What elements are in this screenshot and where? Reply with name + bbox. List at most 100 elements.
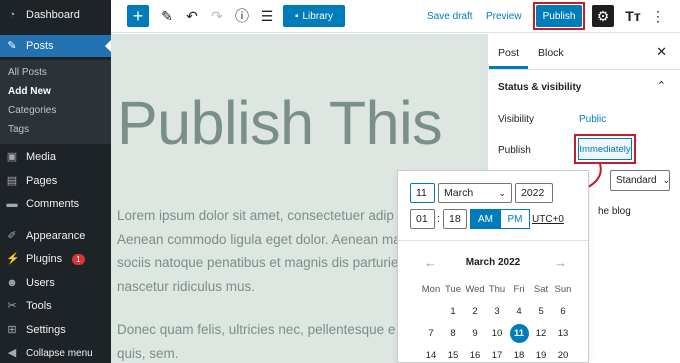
tools-icon: ✂: [7, 300, 17, 312]
calendar-day[interactable]: 12: [530, 328, 552, 339]
minute-input[interactable]: 18: [443, 209, 467, 229]
weekday-label: Fri: [513, 283, 525, 295]
chevron-down-icon: ⌄: [498, 187, 506, 198]
sidebar-item-dashboard[interactable]: ◔ Dashboard: [0, 4, 111, 26]
weekday-label: Mon: [421, 283, 441, 295]
settings-toggle-button[interactable]: ⚙: [592, 5, 614, 27]
undo-button[interactable]: ↶: [182, 5, 202, 27]
pencil-icon: ✎: [161, 7, 173, 24]
paragraph-block[interactable]: Lorem ipsum dolor sit amet, consectetuer…: [117, 204, 401, 298]
calendar-day[interactable]: 5: [530, 306, 552, 317]
calendar-day[interactable]: 14: [420, 350, 442, 361]
preview-button[interactable]: Preview: [486, 5, 522, 27]
post-title[interactable]: Publish This: [117, 88, 443, 158]
sidebar-item-media[interactable]: ▣ Media: [0, 146, 111, 168]
styles-button[interactable]: Tт: [623, 5, 643, 27]
settings-tabs: Post Block ✕: [488, 34, 680, 70]
day-input[interactable]: 11: [410, 183, 435, 203]
hour-input[interactable]: 01: [410, 209, 435, 229]
sidebar-collapse-menu[interactable]: ◀ Collapse menu: [0, 342, 111, 363]
calendar-day[interactable]: 15: [442, 350, 464, 361]
calendar-day[interactable]: 13: [552, 328, 574, 339]
more-vertical-icon: ⋮: [651, 7, 665, 24]
calendar-day[interactable]: 8: [442, 328, 464, 339]
sidebar-item-comments[interactable]: ▬ Comments: [0, 193, 111, 215]
am-button[interactable]: AM: [470, 209, 501, 229]
calendar-day[interactable]: 16: [464, 350, 486, 361]
submenu-all-posts[interactable]: All Posts: [8, 67, 47, 78]
publish-date-toggle[interactable]: Immediately: [578, 138, 632, 160]
media-icon: ▣: [6, 151, 18, 163]
details-button[interactable]: ⓘ: [232, 5, 252, 27]
calendar-day[interactable]: 4: [508, 306, 530, 317]
publish-button[interactable]: Publish: [536, 5, 582, 27]
calendar-day[interactable]: 18: [508, 350, 530, 361]
library-label: Library: [302, 10, 334, 22]
users-icon: ☻: [6, 277, 18, 289]
section-title[interactable]: Status & visibility: [498, 82, 581, 93]
list-view-button[interactable]: ☰: [257, 5, 277, 27]
timezone-label[interactable]: UTC+0: [532, 214, 564, 225]
divider: [398, 240, 588, 241]
sidebar-item-label: Appearance: [26, 230, 86, 242]
calendar-day-selected[interactable]: 11: [508, 323, 530, 343]
library-button[interactable]: ▪ Library: [283, 5, 345, 27]
calendar-day[interactable]: 6: [552, 306, 574, 317]
options-button[interactable]: ⋮: [648, 5, 668, 27]
next-month-arrow-icon[interactable]: →: [554, 255, 567, 270]
calendar-day[interactable]: 10: [486, 328, 508, 339]
save-draft-button[interactable]: Save draft: [427, 5, 473, 27]
plugins-icon: ⚡: [6, 253, 20, 265]
submenu-add-new[interactable]: Add New: [8, 86, 51, 97]
sidebar-item-label: Posts: [26, 40, 54, 52]
weekday-label: Sat: [533, 283, 549, 295]
sidebar-item-label: Collapse menu: [26, 347, 93, 359]
calendar-day[interactable]: 17: [486, 350, 508, 361]
publish-label: Publish: [498, 145, 531, 156]
sidebar-item-label: Media: [26, 151, 56, 163]
calendar-day[interactable]: 3: [486, 306, 508, 317]
collapse-icon: ◀: [7, 347, 17, 359]
info-icon: ⓘ: [235, 8, 249, 24]
visibility-toggle[interactable]: Public: [579, 114, 606, 125]
calendar-day[interactable]: 7: [420, 328, 442, 339]
pm-button[interactable]: PM: [500, 209, 530, 229]
month-select[interactable]: March ⌄: [438, 183, 512, 203]
weekday-label: Tue: [444, 283, 462, 295]
add-block-button[interactable]: +: [127, 5, 149, 27]
sidebar-item-tools[interactable]: ✂ Tools: [0, 295, 111, 317]
sidebar-item-settings[interactable]: ⊞ Settings: [0, 319, 111, 341]
sidebar-item-pages[interactable]: ▤ Pages: [0, 170, 111, 192]
tab-block[interactable]: Block: [538, 47, 564, 59]
calendar-day[interactable]: 9: [464, 328, 486, 339]
submenu-tags[interactable]: Tags: [8, 124, 29, 135]
sidebar-item-label: Settings: [26, 324, 66, 336]
undo-icon: ↶: [186, 7, 198, 24]
sidebar-item-label: Users: [26, 277, 55, 289]
sidebar-item-appearance[interactable]: ✐ Appearance: [0, 225, 111, 247]
chevron-up-icon[interactable]: ⌃: [657, 79, 666, 92]
redo-button[interactable]: ↷: [207, 5, 227, 27]
calendar-day[interactable]: 1: [442, 306, 464, 317]
sidebar-item-posts[interactable]: ✎ Posts: [0, 35, 111, 57]
calendar-day[interactable]: 19: [530, 350, 552, 361]
tools-button[interactable]: ✎: [157, 5, 177, 27]
sidebar-item-users[interactable]: ☻ Users: [0, 272, 111, 294]
post-format-select[interactable]: Standard ⌄: [610, 170, 670, 191]
paragraph-block[interactable]: Donec quam felis, ultricies nec, pellent…: [117, 318, 395, 363]
submenu-categories[interactable]: Categories: [8, 105, 56, 116]
post-format-value: Standard: [616, 175, 657, 186]
close-icon[interactable]: ✕: [656, 44, 667, 60]
dashboard-icon: ◔: [8, 9, 16, 21]
library-icon: ▪: [294, 10, 299, 22]
calendar-day[interactable]: 20: [552, 350, 574, 361]
sidebar-item-plugins[interactable]: ⚡ Plugins 1: [0, 248, 111, 270]
year-input[interactable]: 2022: [515, 183, 553, 203]
plugins-update-badge: 1: [72, 253, 85, 265]
calendar-day[interactable]: 2: [464, 306, 486, 317]
posts-submenu: All Posts Add New Categories Tags: [0, 60, 111, 144]
list-view-icon: ☰: [260, 7, 274, 24]
tab-post[interactable]: Post: [488, 47, 529, 69]
calendar-grid: Mon Tue Wed Thu Fri Sat Sun 1 2 3 4 5 6 …: [420, 278, 574, 363]
redo-icon: ↷: [211, 7, 223, 24]
